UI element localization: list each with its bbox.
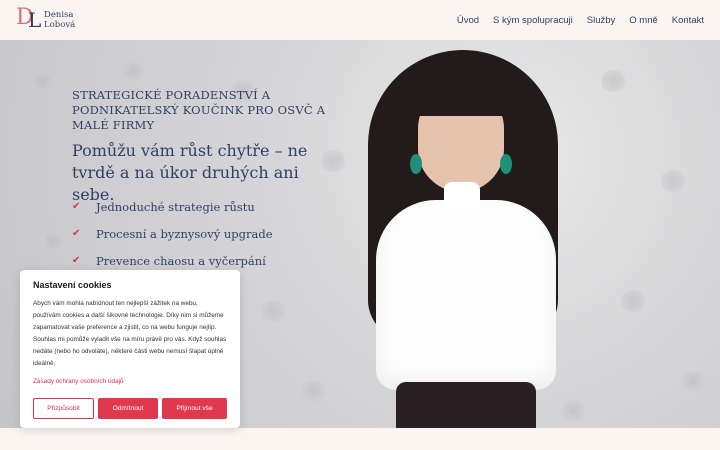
logo-mark: D L xyxy=(16,6,42,33)
nav-s-kym-spolupracuji[interactable]: S kým spolupracuji xyxy=(493,15,573,26)
hero-bullet-list: ✔ Jednoduché strategie růstu ✔ Procesní … xyxy=(72,193,273,274)
portrait-bangs xyxy=(410,74,512,116)
cookie-text: Abych vám mohla nabídnout ten nejlepší z… xyxy=(33,300,227,367)
check-icon: ✔ xyxy=(72,201,81,212)
bullet-text: Prevence chaosu a vyčerpání xyxy=(96,253,266,268)
list-item: ✔ Jednoduché strategie růstu xyxy=(72,193,273,220)
logo-name: Denisa Lobová xyxy=(44,10,75,30)
nav-uvod[interactable]: Úvod xyxy=(457,15,479,26)
check-icon: ✔ xyxy=(72,255,81,266)
customize-button[interactable]: Přizpůsobit xyxy=(33,398,94,419)
accept-all-button[interactable]: Přijmout vše xyxy=(162,398,227,419)
list-item: ✔ Procesní a byznysový upgrade xyxy=(72,220,273,247)
logo[interactable]: D L Denisa Lobová xyxy=(16,6,75,33)
logo-name-last: Lobová xyxy=(44,20,76,30)
nav-sluzby[interactable]: Služby xyxy=(587,15,616,26)
nav-kontakt[interactable]: Kontakt xyxy=(672,15,704,26)
earring-right xyxy=(500,154,512,174)
privacy-policy-link[interactable]: Zásady ochrany osobních údajů xyxy=(33,378,227,385)
earring-left xyxy=(410,154,422,174)
hero-eyebrow: STRATEGICKÉ PORADENSTVÍ A PODNIKATELSKÝ … xyxy=(72,88,326,132)
logo-letter-l: L xyxy=(28,8,42,32)
portrait-skirt xyxy=(396,382,536,428)
logo-name-first: Denisa xyxy=(44,10,74,20)
bullet-text: Jednoduché strategie růstu xyxy=(96,199,255,214)
portrait-turtleneck xyxy=(444,182,480,208)
main-nav: Úvod S kým spolupracuji Služby O mně Kon… xyxy=(457,0,704,40)
check-icon: ✔ xyxy=(72,228,81,239)
portrait-sweater xyxy=(376,200,556,390)
site-header: D L Denisa Lobová Úvod S kým spolupracuj… xyxy=(0,0,720,40)
reject-button[interactable]: Odmítnout xyxy=(98,398,158,419)
nav-o-mne[interactable]: O mně xyxy=(629,15,658,26)
bullet-text: Procesní a byznysový upgrade xyxy=(96,226,273,241)
page-bottom xyxy=(0,428,720,450)
cookie-buttons: Přizpůsobit Odmítnout Přijmout vše xyxy=(33,398,227,419)
cookie-consent-dialog: Nastavení cookies Abych vám mohla nabídn… xyxy=(20,270,240,428)
portrait-photo xyxy=(350,50,590,428)
cookie-title: Nastavení cookies xyxy=(33,280,112,290)
